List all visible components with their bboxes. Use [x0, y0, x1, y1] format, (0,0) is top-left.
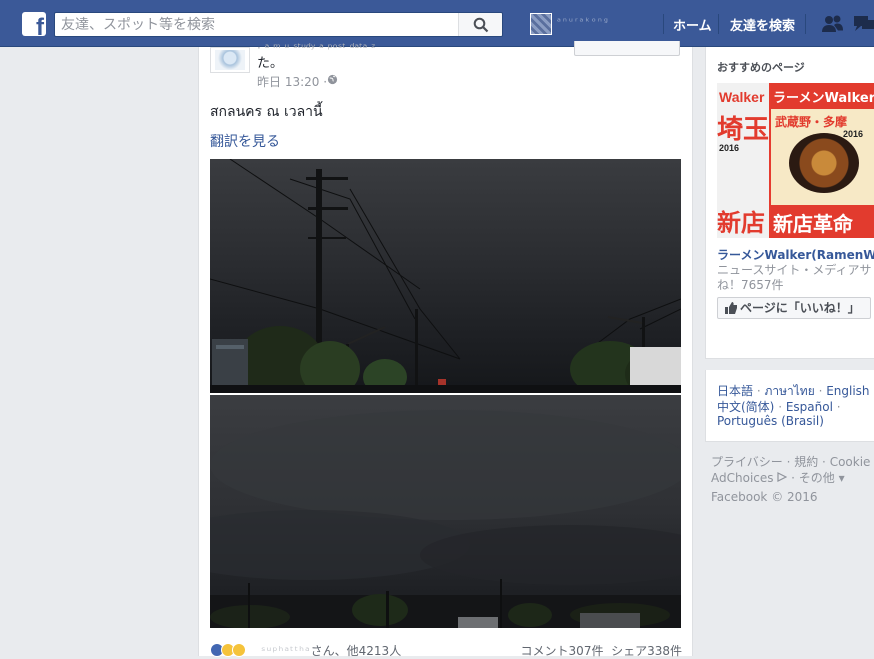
feed-post: · ᵃ ᵐ ᵘ ˢᵗᵘᵈʸ ᵃ ᵖᵒˢᵗ ᵈᵃᵗᵃ ᶻ た。 昨日 13:20 … [198, 41, 694, 659]
cover-right-year: 2016 [843, 129, 864, 139]
nav-divider [805, 14, 806, 34]
thumbs-up-icon [725, 302, 737, 314]
messages-icon[interactable] [853, 14, 874, 34]
cover-left-title: Walker [719, 89, 765, 105]
post-header-tail: た。 [257, 56, 284, 71]
logo-letter: f [36, 14, 44, 37]
storm-sky-photo [210, 410, 681, 628]
language-card: 日本語 · ภาษาไทย · English (U 中文(简体) · Espa… [705, 370, 874, 442]
recommended-pages-title: おすすめのページ [717, 61, 805, 74]
post-header-text: · ᵃ ᵐ ᵘ ˢᵗᵘᵈʸ ᵃ ᵖᵒˢᵗ ᵈᵃᵗᵃ ᶻ [257, 41, 376, 55]
more-link[interactable]: その他 [799, 471, 835, 485]
cookie-link[interactable]: Cookie [830, 455, 871, 469]
privacy-link[interactable]: プライバシー [711, 455, 783, 469]
ad-page-description: ニュースサイト・メディアサ ね！7657件 [717, 263, 874, 293]
language-chinese[interactable]: 中文(简体) [717, 400, 774, 414]
storm-sky-photo [210, 159, 681, 393]
reaction-summary[interactable]: ˢᵘᵖʰᵃᵗᵗʰᵃさん、他4213人 [261, 642, 401, 659]
recommended-pages-card: おすすめのページ Walker 埼玉 2016 新店 ラーメンWalker 武蔵… [705, 47, 874, 359]
post-stats: コメント307件 シェア338件 [521, 642, 682, 659]
cover-left-headline: 新店 [717, 209, 765, 237]
search-button[interactable] [458, 13, 502, 36]
globe-icon [327, 74, 338, 85]
adchoices-icon [777, 472, 788, 482]
magazine-cover-left: Walker 埼玉 2016 新店 [717, 83, 769, 238]
post-author-avatar[interactable] [210, 47, 250, 73]
post-photo[interactable] [210, 395, 681, 628]
language-portuguese[interactable]: Português (Brasil) [717, 414, 824, 428]
cover-right-region: 武蔵野・多摩 [775, 115, 848, 129]
language-line: Português (Brasil) [717, 414, 824, 428]
nav-divider [718, 14, 719, 34]
profile-avatar[interactable] [530, 13, 552, 35]
friend-requests-icon[interactable] [821, 14, 845, 34]
cover-left-year: 2016 [719, 143, 740, 153]
see-translation-link[interactable]: 翻訳を見る [210, 131, 280, 151]
footer-links: AdChoices · その他 ▾ [711, 471, 845, 485]
ad-desc-line: ニュースサイト・メディアサ [717, 263, 872, 277]
more-dropdown-icon[interactable]: ▾ [839, 471, 845, 485]
like-page-button[interactable]: ページに「いいね！」 [717, 297, 871, 319]
like-page-label: ページに「いいね！」 [740, 301, 860, 315]
cover-left-region: 埼玉 [717, 115, 770, 145]
top-navigation-bar: f ᵃⁿᵘʳᵃᵏᵒⁿᵍ ホーム 友達を検索 [0, 0, 874, 47]
facebook-logo-icon[interactable]: f [22, 12, 46, 36]
footer-links: プライバシー · 規約 · Cookie · [711, 455, 871, 469]
nav-home-link[interactable]: ホーム [673, 15, 712, 34]
search-icon [473, 17, 489, 33]
search-input[interactable] [55, 13, 459, 36]
post-message: สกลนคร ณ เวลานี้ [210, 104, 323, 120]
language-spanish[interactable]: Español [786, 400, 833, 414]
language-line: 中文(简体) · Español · [717, 400, 841, 414]
magazine-cover-right: ラーメンWalker 武蔵野・多摩 2016 新店革命 [771, 83, 874, 238]
nav-find-friends-link[interactable]: 友達を検索 [730, 15, 795, 34]
sad-reaction-icon[interactable] [232, 643, 246, 657]
ad-page-name[interactable]: ラーメンWalker(RamenWalk [717, 246, 874, 263]
adchoices-link[interactable]: AdChoices [711, 471, 774, 485]
copyright: Facebook © 2016 [711, 490, 818, 504]
language-english[interactable]: English (U [826, 384, 874, 398]
language-japanese[interactable]: 日本語 [717, 384, 753, 398]
profile-name-link[interactable]: ᵃⁿᵘʳᵃᵏᵒⁿᵍ [557, 17, 657, 29]
ad-image[interactable]: Walker 埼玉 2016 新店 ラーメンWalker 武蔵野・多摩 2016… [717, 83, 874, 238]
ad-desc-line: ね！7657件 [717, 278, 784, 292]
cover-right-headline: 新店革命 [773, 212, 853, 236]
language-thai[interactable]: ภาษาไทย [764, 384, 814, 398]
post-timestamp[interactable]: 昨日 13:20 · [257, 73, 327, 90]
post-photo[interactable] [210, 159, 681, 393]
search-box [54, 12, 503, 37]
cover-right-title: ラーメンWalker [773, 91, 874, 106]
ramen-bowl-image [789, 133, 859, 193]
nav-divider [663, 14, 664, 34]
terms-link[interactable]: 規約 [794, 455, 818, 469]
post-header-button[interactable] [574, 41, 680, 56]
post-footer: ˢᵘᵖʰᵃᵗᵗʰᵃさん、他4213人 コメント307件 シェア338件 [199, 639, 694, 659]
